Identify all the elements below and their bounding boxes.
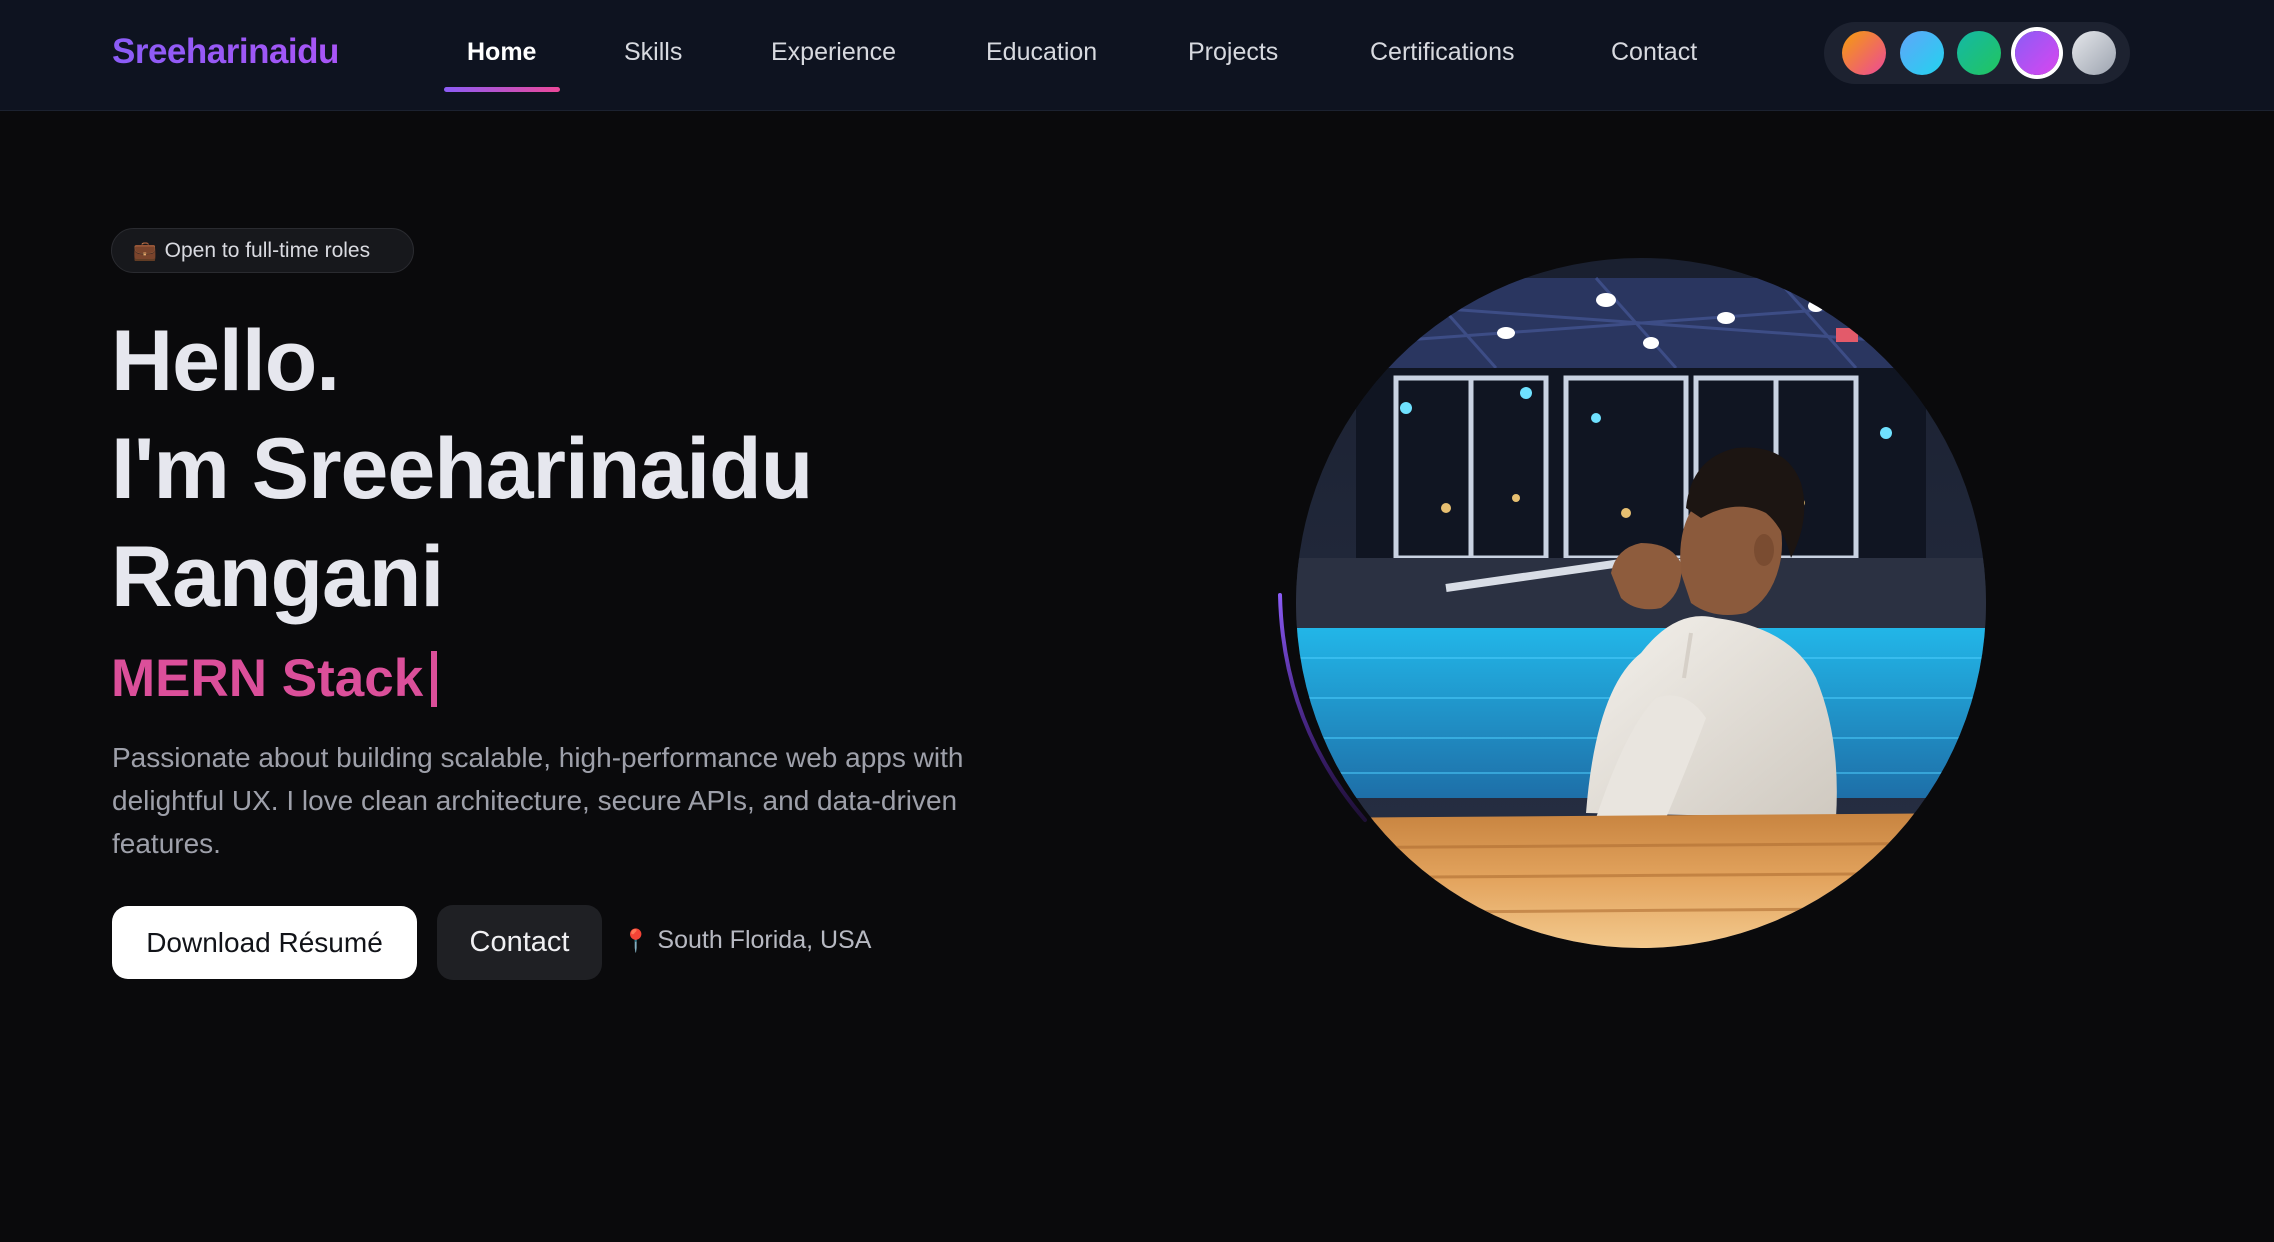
hero-role-typewriter: MERN Stack bbox=[111, 648, 438, 709]
hero-greeting: Hello. bbox=[111, 313, 340, 409]
hero-name-line2: Rangani bbox=[111, 529, 444, 625]
theme-swatch-sky[interactable] bbox=[1900, 31, 1944, 75]
nav-contact[interactable]: Contact bbox=[1611, 38, 1697, 67]
hero-description: Passionate about building scalable, high… bbox=[112, 742, 964, 859]
hero-name-line1: I'm Sreeharinaidu bbox=[111, 421, 813, 517]
theme-swatch-sunset[interactable] bbox=[1842, 31, 1886, 75]
active-nav-indicator bbox=[444, 87, 560, 92]
availability-badge: 💼 Open to full-time roles bbox=[111, 228, 414, 273]
briefcase-icon: 💼 bbox=[133, 240, 157, 262]
download-resume-button[interactable]: Download Résumé bbox=[112, 906, 417, 979]
nav-skills[interactable]: Skills bbox=[624, 38, 682, 67]
nav-certifications[interactable]: Certifications bbox=[1370, 38, 1515, 67]
top-navbar: Sreeharinaidu Home Skills Experience Edu… bbox=[0, 0, 2274, 111]
typing-caret bbox=[431, 650, 438, 707]
nav-home[interactable]: Home bbox=[467, 38, 536, 67]
nav-projects[interactable]: Projects bbox=[1188, 38, 1278, 67]
pin-icon: 📍 bbox=[622, 927, 650, 953]
nav-education[interactable]: Education bbox=[986, 38, 1097, 67]
theme-swatch-silver[interactable] bbox=[2072, 31, 2116, 75]
nav-experience[interactable]: Experience bbox=[771, 38, 896, 67]
profile-photo-container bbox=[1275, 255, 1995, 975]
location-text: South Florida, USA bbox=[657, 926, 872, 954]
availability-badge-label: Open to full-time roles bbox=[164, 238, 371, 262]
contact-button[interactable]: Contact bbox=[437, 905, 602, 980]
theme-swatch-emerald[interactable] bbox=[1957, 31, 2001, 75]
theme-swatch-violet[interactable] bbox=[2015, 31, 2059, 75]
location-info: 📍 South Florida, USA bbox=[622, 926, 871, 955]
brand-logo[interactable]: Sreeharinaidu bbox=[112, 32, 339, 72]
hero-role-text: MERN Stack bbox=[111, 649, 424, 708]
theme-switcher bbox=[1824, 22, 2130, 84]
profile-photo bbox=[1296, 258, 1986, 948]
